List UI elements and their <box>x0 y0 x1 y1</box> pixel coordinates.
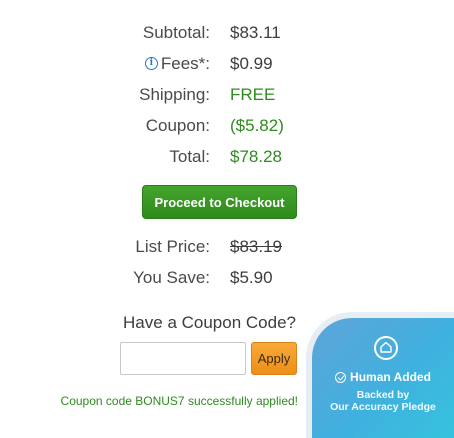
shipping-label: Shipping: <box>139 85 210 104</box>
badge-line-2: Our Accuracy Pledge <box>330 401 436 413</box>
list-price-label: List Price: <box>135 237 210 256</box>
you-save-row: You Save: $5.90 <box>0 263 454 293</box>
badge-title: Human Added <box>312 370 454 384</box>
coupon-code-input[interactable] <box>120 342 246 375</box>
subtotal-value: $83.11 <box>230 23 281 42</box>
total-value: $78.28 <box>230 147 282 166</box>
fees-label-group: i Fees*: <box>144 49 210 79</box>
badge-subtitle: Backed by Our Accuracy Pledge <box>312 389 454 413</box>
fees-label: Fees*: <box>160 54 210 73</box>
home-icon <box>374 336 398 360</box>
proceed-to-checkout-button[interactable]: Proceed to Checkout <box>142 185 297 219</box>
you-save-label: You Save: <box>133 268 210 287</box>
coupon-label: Coupon: <box>145 116 210 135</box>
info-icon[interactable]: i <box>144 57 158 70</box>
list-price-row: List Price: $83.19 <box>0 232 454 262</box>
badge-line-1: Backed by <box>356 389 410 401</box>
fees-value: $0.99 <box>230 54 273 73</box>
shipping-row: Shipping: FREE <box>0 80 454 110</box>
coupon-success-message: Coupon code BONUS7 successfully applied! <box>60 394 298 408</box>
check-circle-icon <box>335 372 347 383</box>
coupon-row: Coupon: ($5.82) <box>0 111 454 141</box>
subtotal-row: Subtotal: $83.11 <box>0 18 454 48</box>
shipping-value: FREE <box>230 85 276 104</box>
you-save-value: $5.90 <box>230 268 273 287</box>
list-price-value: $83.19 <box>230 237 282 256</box>
badge-title-text: Human Added <box>350 370 431 384</box>
coupon-code-heading: Have a Coupon Code? <box>123 313 296 332</box>
accuracy-pledge-badge[interactable]: Human Added Backed by Our Accuracy Pledg… <box>312 318 454 438</box>
subtotal-label: Subtotal: <box>142 23 210 42</box>
total-row: Total: $78.28 <box>0 142 454 172</box>
apply-button[interactable]: Apply <box>251 342 297 375</box>
coupon-value: ($5.82) <box>230 116 284 135</box>
total-label: Total: <box>169 147 210 166</box>
fees-row: i Fees*: $0.99 <box>0 49 454 79</box>
